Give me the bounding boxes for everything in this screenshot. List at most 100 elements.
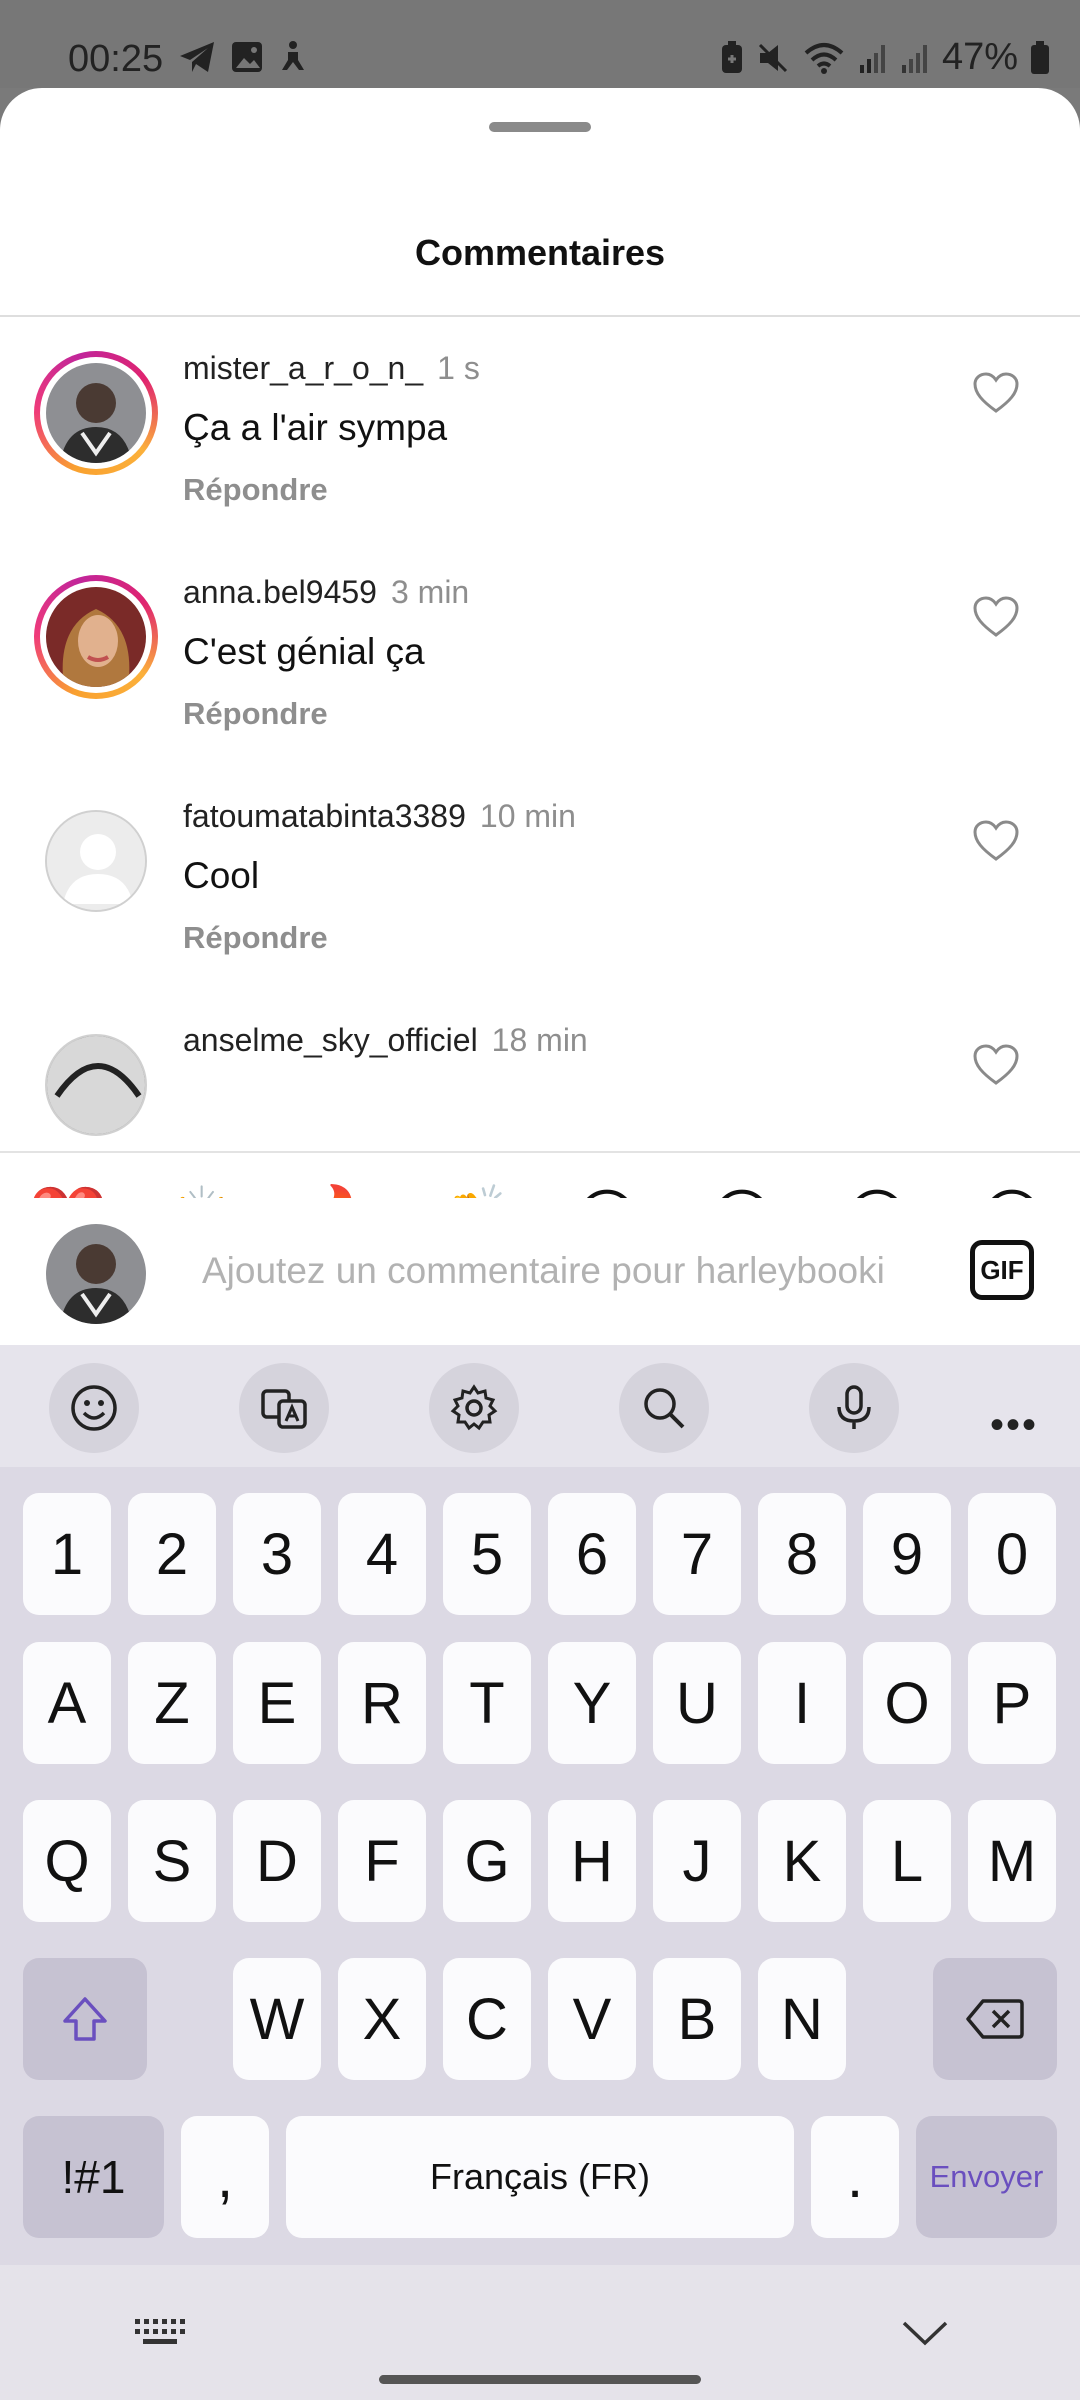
comma-key[interactable]: , — [181, 2116, 269, 2238]
search-icon[interactable] — [619, 1363, 709, 1453]
comment-author[interactable]: fatoumatabinta3389 10 min — [183, 798, 576, 835]
home-gesture-bar[interactable] — [379, 2375, 701, 2384]
key-g[interactable]: G — [443, 1800, 531, 1922]
key-w[interactable]: W — [233, 1958, 321, 2080]
chevron-down-icon[interactable] — [900, 2317, 950, 2347]
comment-list[interactable]: mister_a_r_o_n_ 1 s Ça a l'air sympa Répo… — [0, 317, 1080, 1151]
key-f[interactable]: F — [338, 1800, 426, 1922]
key-e[interactable]: E — [233, 1642, 321, 1764]
mute-icon — [758, 43, 787, 72]
key-7[interactable]: 7 — [653, 1493, 741, 1615]
keyboard-keys: 1 2 3 4 5 6 7 8 9 0 A Z E R T Y U I O P … — [0, 1467, 1080, 2400]
signal-icon — [901, 44, 927, 73]
heart-icon[interactable] — [972, 371, 1020, 415]
key-c[interactable]: C — [443, 1958, 531, 2080]
avatar[interactable] — [45, 1034, 147, 1136]
key-4[interactable]: 4 — [338, 1493, 426, 1615]
key-1[interactable]: 1 — [23, 1493, 111, 1615]
heart-icon[interactable] — [972, 1043, 1020, 1087]
reply-button[interactable]: Répondre — [183, 472, 328, 508]
sheet-drag-handle[interactable] — [489, 122, 591, 132]
translate-icon[interactable] — [239, 1363, 329, 1453]
key-2[interactable]: 2 — [128, 1493, 216, 1615]
key-u[interactable]: U — [653, 1642, 741, 1764]
settings-icon[interactable] — [429, 1363, 519, 1453]
key-5[interactable]: 5 — [443, 1493, 531, 1615]
comment-author[interactable]: anna.bel9459 3 min — [183, 574, 469, 611]
heart-icon[interactable] — [972, 819, 1020, 863]
avatar[interactable] — [34, 575, 158, 699]
avatar[interactable] — [45, 810, 147, 912]
key-m[interactable]: M — [968, 1800, 1056, 1922]
wifi-icon — [804, 42, 844, 74]
key-s[interactable]: S — [128, 1800, 216, 1922]
battery-icon — [1031, 40, 1049, 74]
comment-username[interactable]: anna.bel9459 — [183, 574, 377, 610]
space-key[interactable]: Français (FR) — [286, 2116, 794, 2238]
comment-time: 1 s — [437, 350, 480, 386]
keyboard-switch-icon[interactable] — [133, 2315, 189, 2349]
backspace-icon — [966, 1999, 1024, 2039]
key-j[interactable]: J — [653, 1800, 741, 1922]
accessibility-icon — [282, 41, 304, 70]
heart-icon[interactable] — [972, 595, 1020, 639]
key-9[interactable]: 9 — [863, 1493, 951, 1615]
battery-saver-icon — [721, 40, 742, 73]
backspace-key[interactable] — [933, 1958, 1057, 2080]
comment-username[interactable]: fatoumatabinta3389 — [183, 798, 466, 834]
key-h[interactable]: H — [548, 1800, 636, 1922]
key-i[interactable]: I — [758, 1642, 846, 1764]
comment-author[interactable]: mister_a_r_o_n_ 1 s — [183, 350, 480, 387]
comment-author[interactable]: anselme_sky_officiel 18 min — [183, 1022, 588, 1059]
sheet-title: Commentaires — [414, 232, 666, 273]
keyboard-toolbar: ••• — [0, 1345, 1080, 1467]
period-key[interactable]: . — [811, 2116, 899, 2238]
reply-button[interactable]: Répondre — [183, 920, 328, 956]
keyboard: ••• 1 2 3 4 5 6 7 8 9 0 A Z E R T Y U I … — [0, 1345, 1080, 2400]
battery-percent: 47% — [941, 36, 1018, 78]
key-y[interactable]: Y — [548, 1642, 636, 1764]
gif-button[interactable]: GIF — [970, 1240, 1034, 1300]
key-n[interactable]: N — [758, 1958, 846, 2080]
key-z[interactable]: Z — [128, 1642, 216, 1764]
key-q[interactable]: Q — [23, 1800, 111, 1922]
key-r[interactable]: R — [338, 1642, 426, 1764]
comment-text: Ça a l'air sympa — [183, 407, 448, 448]
comment-text: C'est génial ça — [183, 631, 425, 672]
key-d[interactable]: D — [233, 1800, 321, 1922]
key-3[interactable]: 3 — [233, 1493, 321, 1615]
comment-username[interactable]: anselme_sky_officiel — [183, 1022, 478, 1058]
comment-input[interactable]: Ajoutez un commentaire pour harleybooki — [202, 1250, 885, 1292]
key-o[interactable]: O — [863, 1642, 951, 1764]
key-t[interactable]: T — [443, 1642, 531, 1764]
key-k[interactable]: K — [758, 1800, 846, 1922]
comment-time: 3 min — [390, 574, 470, 610]
key-v[interactable]: V — [548, 1958, 636, 2080]
key-8[interactable]: 8 — [758, 1493, 846, 1615]
telegram-icon — [180, 42, 214, 72]
comments-sheet: Commentaires mister_a_r_o_n_ 1 s Ça a l'a… — [0, 88, 1080, 1345]
key-6[interactable]: 6 — [548, 1493, 636, 1615]
avatar[interactable] — [34, 351, 158, 475]
key-l[interactable]: L — [863, 1800, 951, 1922]
gallery-icon — [232, 42, 262, 72]
comment-item: anselme_sky_officiel 18 min — [0, 989, 1080, 1151]
key-x[interactable]: X — [338, 1958, 426, 2080]
more-icon[interactable]: ••• — [990, 1403, 1038, 1448]
status-time: 00:25 — [68, 38, 164, 80]
key-a[interactable]: A — [23, 1642, 111, 1764]
mic-icon[interactable] — [809, 1363, 899, 1453]
emoji-icon[interactable] — [49, 1363, 139, 1453]
shift-icon — [63, 1997, 107, 2041]
key-0[interactable]: 0 — [968, 1493, 1056, 1615]
comment-item: mister_a_r_o_n_ 1 s Ça a l'air sympa Répo… — [0, 317, 1080, 541]
send-key[interactable]: Envoyer — [916, 2116, 1057, 2238]
status-bar: 00:25 47% — [0, 0, 1080, 88]
key-b[interactable]: B — [653, 1958, 741, 2080]
signal-icon — [859, 44, 885, 73]
reply-button[interactable]: Répondre — [183, 696, 328, 732]
comment-username[interactable]: mister_a_r_o_n_ — [183, 350, 423, 386]
key-p[interactable]: P — [968, 1642, 1056, 1764]
shift-key[interactable] — [23, 1958, 147, 2080]
symbols-key[interactable]: !#1 — [23, 2116, 164, 2238]
